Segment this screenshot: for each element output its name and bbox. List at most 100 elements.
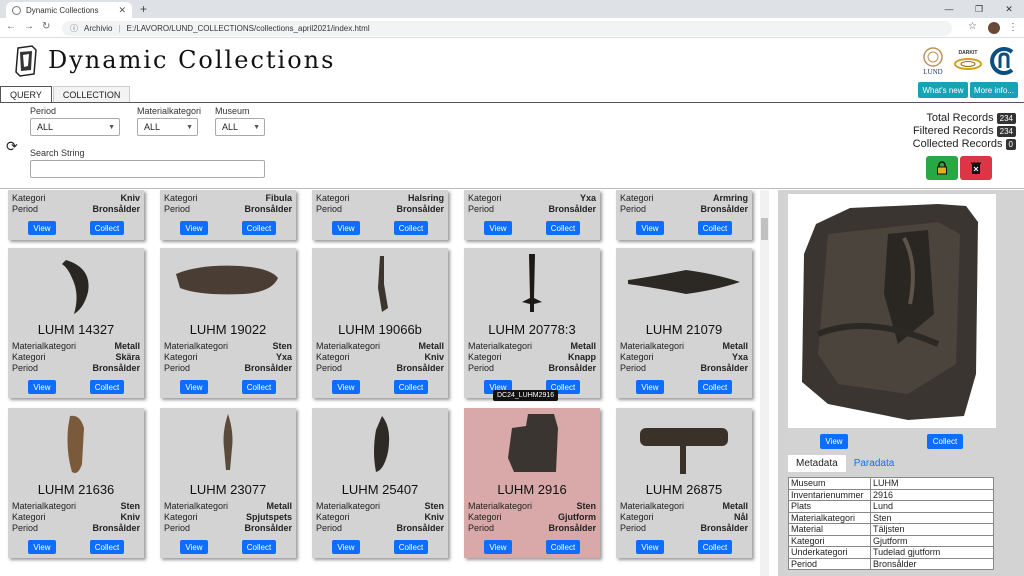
artifact-thumbnail[interactable] (616, 408, 752, 484)
period-select[interactable]: ALL ▼ (30, 118, 120, 136)
view-button[interactable]: View (28, 221, 56, 235)
close-window-icon[interactable]: ✕ (994, 0, 1024, 18)
artifact-card[interactable]: LUHM 19066b Materialkategori Metall Kategor… (312, 248, 448, 398)
artifact-card[interactable]: LUHM 14327 Materialkategori Metall Kategori… (8, 248, 144, 398)
material-select[interactable]: ALL ▼ (137, 118, 198, 136)
collect-button[interactable]: Collect (698, 221, 732, 235)
collect-button[interactable]: Collect (394, 540, 428, 554)
view-button[interactable]: View (180, 380, 208, 394)
search-input[interactable] (30, 160, 265, 178)
artifact-id: LUHM 2916 (497, 482, 567, 497)
restore-icon[interactable]: ❐ (964, 0, 994, 18)
kategori-row-label: Kategori (12, 352, 46, 362)
material-row-value: Metall (114, 341, 140, 351)
url-text: E:/LAVORO/LUND_COLLECTIONS/collections_a… (126, 24, 370, 33)
artifact-card[interactable]: LUHM 26875 Materialkategori Metall Kategori… (616, 408, 752, 558)
tab-paradata[interactable]: Paradata (846, 455, 903, 472)
collect-button[interactable]: Collect (546, 540, 580, 554)
artifact-card[interactable]: Kategori Kniv Period Bronsålder View Collect (8, 190, 144, 240)
view-button[interactable]: View (332, 540, 360, 554)
museum-select[interactable]: ALL ▼ (215, 118, 265, 136)
period-row-value: Bronsålder (700, 523, 748, 533)
bookmark-star-icon[interactable]: ☆ (968, 21, 977, 32)
back-icon[interactable]: ← (6, 21, 16, 32)
minimize-icon[interactable]: — (934, 0, 964, 18)
view-button[interactable]: View (180, 221, 208, 235)
view-button[interactable]: View (180, 540, 208, 554)
kategori-row: Kategori Yxa (620, 352, 748, 362)
metadata-key: Material (788, 523, 871, 536)
view-button[interactable]: View (636, 540, 664, 554)
artifact-card[interactable]: Kategori Fibula Period Bronsålder View Collec… (160, 190, 296, 240)
results-scrollbar[interactable] (760, 190, 769, 576)
tab-query[interactable]: QUERY (0, 86, 52, 103)
total-records-badge: 234 (996, 112, 1016, 124)
artifact-thumbnail[interactable] (312, 408, 448, 484)
artifact-card[interactable]: LUHM 21636 Materialkategori Sten Kategori Kn… (8, 408, 144, 558)
tab-collection[interactable]: COLLECTION (52, 86, 131, 103)
new-tab-icon[interactable]: + (140, 2, 147, 16)
collect-button[interactable]: Collect (394, 221, 428, 235)
artifact-thumbnail[interactable] (464, 248, 600, 324)
clear-collection-button[interactable] (960, 156, 992, 180)
collect-button[interactable]: Collect (394, 380, 428, 394)
browser-menu-icon[interactable]: ⋮ (1008, 22, 1018, 33)
view-button[interactable]: View (484, 221, 512, 235)
kategori-row-value: Skära (115, 352, 140, 362)
view-button[interactable]: View (332, 221, 360, 235)
artifact-card[interactable]: LUHM 20778:3 Materialkategori Metall Katego… (464, 248, 600, 398)
view-button[interactable]: View (332, 380, 360, 394)
artifact-thumbnail[interactable] (8, 248, 144, 324)
view-button[interactable]: View (484, 540, 512, 554)
metadata-row: Plats Lund (788, 500, 994, 513)
artifact-thumbnail[interactable] (160, 248, 296, 324)
artifact-card[interactable]: Kategori Armring Period Bronsålder View Colle… (616, 190, 752, 240)
artifact-thumbnail[interactable] (160, 408, 296, 484)
artifact-card[interactable]: LUHM 21079 Materialkategori Metall Kategori… (616, 248, 752, 398)
view-button[interactable]: View (28, 540, 56, 554)
reset-refresh-icon[interactable]: ⟳ (6, 138, 18, 155)
detail-collect-button[interactable]: Collect (927, 434, 963, 449)
view-button[interactable]: View (636, 380, 664, 394)
collect-button[interactable]: Collect (242, 221, 276, 235)
artifact-card[interactable]: Kategori Yxa Period Bronsålder View Collect (464, 190, 600, 240)
more-info-button[interactable]: More info... (970, 82, 1018, 98)
address-bar: ← → ↻ ⓘ Archivio | E:/LAVORO/LUND_COLLEC… (0, 18, 1024, 38)
view-button[interactable]: View (636, 221, 664, 235)
tab-metadata[interactable]: Metadata (788, 455, 846, 472)
close-tab-icon[interactable]: ✕ (118, 5, 126, 16)
artifact-3d-preview[interactable] (788, 194, 996, 428)
browser-tab[interactable]: Dynamic Collections ✕ (6, 2, 132, 18)
period-row-value: Bronsålder (92, 204, 140, 214)
url-field[interactable]: ⓘ Archivio | E:/LAVORO/LUND_COLLECTIONS/… (62, 21, 952, 36)
collect-button[interactable]: Collect (242, 380, 276, 394)
period-row-label: Period (468, 204, 495, 214)
artifact-card[interactable]: LUHM 23077 Materialkategori Metall Kategori… (160, 408, 296, 558)
collect-button[interactable]: Collect (90, 380, 124, 394)
artifact-thumbnail[interactable] (616, 248, 752, 324)
detail-view-button[interactable]: View (820, 434, 848, 449)
artifact-card[interactable]: LUHM 25407 Materialkategori Sten Kategori Kn… (312, 408, 448, 558)
collect-button[interactable]: Collect (546, 221, 580, 235)
browser-tab-bar: Dynamic Collections ✕ + — ❐ ✕ (0, 0, 1024, 18)
artifact-card[interactable]: Kategori Halsring Period Bronsålder View Coll… (312, 190, 448, 240)
collect-button[interactable]: Collect (90, 221, 124, 235)
collect-button[interactable]: Collect (90, 540, 124, 554)
period-row-value: Bronsålder (548, 363, 596, 373)
scrollbar-thumb[interactable] (761, 218, 768, 240)
artifact-card[interactable]: LUHM 19022 Materialkategori Sten Kategori Yx… (160, 248, 296, 398)
forward-icon[interactable]: → (24, 21, 34, 32)
collect-button[interactable]: Collect (698, 540, 732, 554)
whats-new-button[interactable]: What's new (918, 82, 968, 98)
material-row-label: Materialkategori (164, 501, 229, 511)
reload-icon[interactable]: ↻ (42, 21, 50, 32)
artifact-thumbnail[interactable] (8, 408, 144, 484)
artifact-thumbnail[interactable] (312, 248, 448, 324)
view-button[interactable]: View (28, 380, 56, 394)
profile-avatar[interactable] (988, 22, 1000, 34)
artifact-card[interactable]: LUHM 2916 Materialkategori Sten Kategori Gju… (464, 408, 600, 558)
collect-button[interactable]: Collect (698, 380, 732, 394)
collect-button[interactable]: Collect (242, 540, 276, 554)
artifact-thumbnail[interactable] (464, 408, 600, 484)
lock-collection-button[interactable] (926, 156, 958, 180)
